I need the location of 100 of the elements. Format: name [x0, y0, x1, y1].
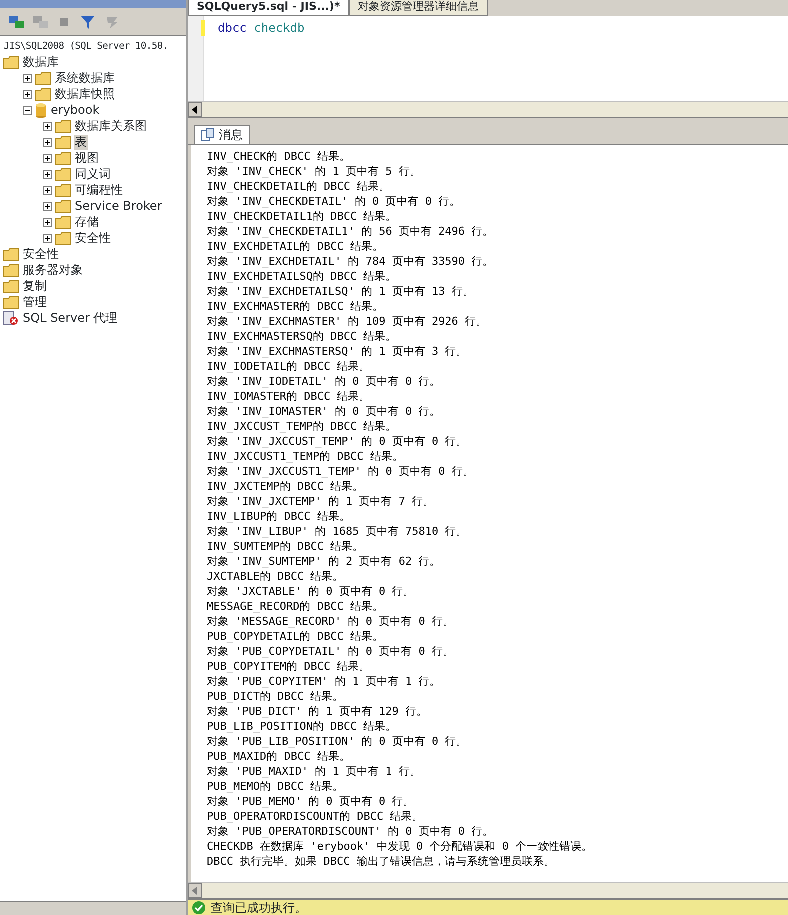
- expand-toggle[interactable]: [23, 90, 32, 98]
- message-line: INV_JXCTEMP的 DBCC 结果。: [207, 479, 365, 494]
- message-icon: [201, 128, 215, 142]
- expand-toggle[interactable]: [43, 186, 52, 194]
- success-icon: [192, 900, 206, 914]
- plus-icon: [24, 74, 31, 82]
- message-line: 对象 'INV_LIBUP' 的 1685 页中有 75810 行。: [207, 524, 468, 539]
- expand-toggle[interactable]: [43, 122, 52, 130]
- tree-item[interactable]: 数据库: [22, 54, 60, 70]
- message-line: 对象 'INV_CHECKDETAIL1' 的 56 页中有 2496 行。: [207, 224, 495, 239]
- database-icon: [35, 102, 47, 118]
- plus-icon: [44, 170, 51, 178]
- folder-icon: [55, 136, 71, 148]
- sql-token: checkdb: [254, 21, 305, 35]
- tree-item[interactable]: 存储: [74, 214, 100, 230]
- expand-toggle[interactable]: [23, 74, 32, 82]
- message-line: INV_EXCHDETAIL的 DBCC 结果。: [207, 239, 384, 254]
- tree-item[interactable]: JIS\SQL2008 (SQL Server 10.50.: [3, 38, 170, 54]
- message-line: 对象 'INV_SUMTEMP' 的 2 页中有 62 行。: [207, 554, 442, 569]
- message-line: 对象 'PUB_COPYDETAIL' 的 0 页中有 0 行。: [207, 644, 455, 659]
- message-line: 对象 'PUB_OPERATORDISCOUNT' 的 0 页中有 0 行。: [207, 824, 495, 839]
- change-marker: [201, 20, 205, 36]
- message-line: PUB_MEMO的 DBCC 结果。: [207, 779, 345, 794]
- filter-icon[interactable]: [80, 14, 96, 30]
- message-line: DBCC 执行完毕。如果 DBCC 输出了错误信息，请与系统管理员联系。: [207, 854, 556, 869]
- tree-item[interactable]: 复制: [22, 278, 48, 294]
- agent-icon: [3, 310, 19, 326]
- message-line: INV_SUMTEMP的 DBCC 结果。: [207, 539, 365, 554]
- message-line: PUB_MAXID的 DBCC 结果。: [207, 749, 352, 764]
- folder-icon: [3, 296, 19, 308]
- query-editor[interactable]: dbcc checkdb: [188, 16, 788, 101]
- expand-toggle[interactable]: [43, 202, 52, 210]
- message-line: 对象 'INV_EXCHMASTERSQ' 的 1 页中有 3 行。: [207, 344, 468, 359]
- plus-icon: [44, 122, 51, 130]
- collapse-toggle[interactable]: [23, 106, 32, 114]
- tree-item[interactable]: 数据库快照: [54, 86, 116, 102]
- message-line: 对象 'INV_IOMASTER' 的 0 页中有 0 行。: [207, 404, 442, 419]
- tree-item[interactable]: 系统数据库: [54, 70, 116, 86]
- message-line: 对象 'INV_IODETAIL' 的 0 页中有 0 行。: [207, 374, 442, 389]
- tree-item[interactable]: 安全性: [22, 246, 60, 262]
- message-line: 对象 'INV_EXCHMASTER' 的 109 页中有 2926 行。: [207, 314, 488, 329]
- message-line: 对象 'INV_CHECK' 的 1 页中有 5 行。: [207, 164, 422, 179]
- plus-icon: [44, 138, 51, 146]
- plus-icon: [44, 202, 51, 210]
- message-line: 对象 'PUB_MAXID' 的 1 页中有 1 行。: [207, 764, 422, 779]
- message-line: PUB_DICT的 DBCC 结果。: [207, 689, 345, 704]
- folder-icon: [3, 264, 19, 276]
- message-line: PUB_COPYITEM的 DBCC 结果。: [207, 659, 372, 674]
- folder-icon: [55, 168, 71, 180]
- tree-item[interactable]: 视图: [74, 150, 100, 166]
- message-line: INV_CHECK的 DBCC 结果。: [207, 149, 352, 164]
- message-line: INV_EXCHMASTER的 DBCC 结果。: [207, 299, 384, 314]
- folder-icon: [55, 152, 71, 164]
- tree-item[interactable]: 数据库关系图: [74, 118, 148, 134]
- message-line: INV_IODETAIL的 DBCC 结果。: [207, 359, 372, 374]
- folder-icon: [35, 88, 51, 100]
- message-line: INV_JXCCUST_TEMP的 DBCC 结果。: [207, 419, 398, 434]
- folder-icon: [3, 280, 19, 292]
- message-line: INV_JXCCUST1_TEMP的 DBCC 结果。: [207, 449, 404, 464]
- tree-item[interactable]: 管理: [22, 294, 48, 310]
- folder-icon: [55, 232, 71, 244]
- tree-item[interactable]: erybook: [50, 102, 101, 118]
- message-line: INV_IOMASTER的 DBCC 结果。: [207, 389, 372, 404]
- expand-toggle[interactable]: [43, 218, 52, 226]
- scroll-left-button[interactable]: [188, 102, 202, 117]
- message-line: 对象 'MESSAGE_RECORD' 的 0 页中有 0 行。: [207, 614, 455, 629]
- message-line: PUB_COPYDETAIL的 DBCC 结果。: [207, 629, 384, 644]
- message-line: 对象 'INV_EXCHDETAILSQ' 的 1 页中有 13 行。: [207, 284, 475, 299]
- message-line: 对象 'PUB_LIB_POSITION' 的 0 页中有 0 行。: [207, 734, 468, 749]
- message-line: JXCTABLE的 DBCC 结果。: [207, 569, 345, 584]
- message-line: MESSAGE_RECORD的 DBCC 结果。: [207, 599, 384, 614]
- tree-item[interactable]: 同义词: [74, 166, 112, 182]
- tree-item[interactable]: Service Broker: [74, 198, 164, 214]
- message-line: PUB_OPERATORDISCOUNT的 DBCC 结果。: [207, 809, 424, 824]
- expand-toggle[interactable]: [43, 154, 52, 162]
- connect-icon[interactable]: [8, 14, 24, 30]
- editor-tab[interactable]: SQLQuery5.sql - JIS...)*: [188, 0, 350, 16]
- expand-toggle[interactable]: [43, 138, 52, 146]
- message-line: 对象 'PUB_DICT' 的 1 页中有 129 行。: [207, 704, 428, 719]
- expand-toggle[interactable]: [43, 234, 52, 242]
- message-line: INV_LIBUP的 DBCC 结果。: [207, 509, 352, 524]
- tree-item[interactable]: 服务器对象: [22, 262, 84, 278]
- messages-tab[interactable]: 消息: [194, 125, 250, 144]
- plus-icon: [44, 154, 51, 162]
- message-line: INV_EXCHDETAILSQ的 DBCC 结果。: [207, 269, 398, 284]
- plus-icon: [44, 218, 51, 226]
- tree-item[interactable]: SQL Server 代理: [22, 310, 119, 326]
- editor-tab[interactable]: 对象资源管理器详细信息: [349, 0, 488, 16]
- plus-icon: [44, 186, 51, 194]
- message-line: 对象 'JXCTABLE' 的 0 页中有 0 行。: [207, 584, 416, 599]
- tree-item[interactable]: 表: [74, 134, 88, 150]
- tree-item[interactable]: 可编程性: [74, 182, 124, 198]
- message-line: 对象 'INV_JXCTEMP' 的 1 页中有 7 行。: [207, 494, 436, 509]
- tree-item[interactable]: 安全性: [74, 230, 112, 246]
- message-line: 对象 'INV_CHECKDETAIL' 的 0 页中有 0 行。: [207, 194, 462, 209]
- expand-toggle[interactable]: [43, 170, 52, 178]
- folder-icon: [3, 248, 19, 260]
- plus-icon: [24, 90, 31, 98]
- folder-icon: [55, 184, 71, 196]
- folder-icon: [55, 120, 71, 132]
